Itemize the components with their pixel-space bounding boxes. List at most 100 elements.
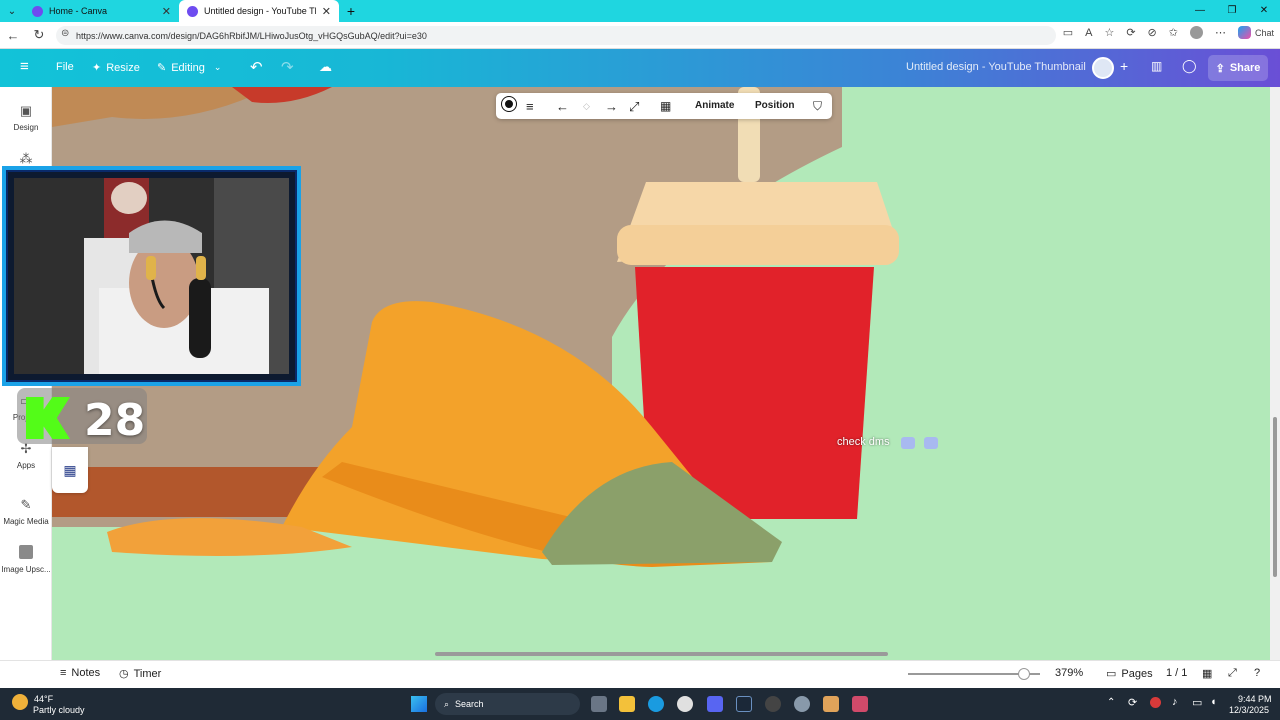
canva-bottom-bar: ≡ Notes ◷ Timer 379% ▭ Pages 1 / 1 ▦ ⤢ ?	[0, 660, 1280, 688]
volume-icon[interactable]: ◖	[1210, 696, 1217, 708]
browser-actions: ▭ A ☆ ⟳ ⊘ ✩ ⋯ Chat	[1063, 26, 1274, 39]
start-button-icon[interactable]	[411, 696, 427, 712]
refresh-icon[interactable]: ↻	[26, 27, 52, 43]
design-title[interactable]: Untitled design - YouTube Thumbnail	[906, 61, 1086, 73]
file-menu-button[interactable]: File	[56, 61, 74, 73]
sidebar-item-design[interactable]: ▣ Design	[0, 103, 52, 132]
clock-date[interactable]: 12/3/2025	[1229, 705, 1269, 715]
gift-emote-icon	[924, 437, 938, 449]
animate-button[interactable]: Animate	[695, 100, 734, 111]
tray-overflow-icon[interactable]: ⌃	[1107, 697, 1115, 708]
obs-icon[interactable]	[765, 696, 781, 712]
sidebar-item-magic-media[interactable]: ✎ Magic Media	[0, 497, 52, 526]
comments-icon[interactable]: ◯	[1182, 58, 1197, 74]
notes-button[interactable]: ≡ Notes	[60, 667, 100, 679]
arrow-left-icon[interactable]: ←	[556, 99, 569, 114]
weather-desc: Partly cloudy	[33, 705, 85, 715]
chrome-icon[interactable]	[677, 696, 693, 712]
more-icon[interactable]: ⋯	[1215, 26, 1226, 39]
line-type-icon[interactable]: ⤢	[629, 99, 639, 115]
sidebar-item-label: Image Upsc...	[1, 565, 51, 574]
minimize-icon[interactable]: —	[1184, 0, 1216, 22]
new-tab-icon[interactable]: +	[339, 3, 363, 19]
horizontal-scrollbar[interactable]	[435, 652, 888, 656]
insights-icon[interactable]: ▥	[1151, 59, 1162, 73]
tray-app-icon[interactable]	[1150, 697, 1161, 708]
close-window-icon[interactable]: ✕	[1248, 0, 1280, 22]
scrollbar-thumb[interactable]	[1273, 417, 1277, 577]
copy-style-icon[interactable]: ⛉	[813, 99, 822, 114]
notes-icon: ≡	[60, 667, 67, 679]
file-explorer-icon[interactable]	[619, 696, 635, 712]
arrow-right-icon[interactable]: →	[605, 99, 618, 114]
profile-avatar[interactable]	[1189, 26, 1203, 39]
editing-label: Editing	[171, 61, 205, 74]
tab-close-icon[interactable]: ✕	[162, 5, 171, 18]
extensions-icon[interactable]: ⟳	[1126, 26, 1135, 39]
share-button[interactable]: ⇪ Share	[1208, 55, 1268, 81]
tray-sync-icon[interactable]: ⟳	[1128, 696, 1137, 709]
timer-button[interactable]: ◷ Timer	[119, 667, 162, 681]
redo-icon[interactable]: ↷	[281, 58, 294, 76]
tab-title: Home - Canva	[49, 6, 108, 16]
vertical-scrollbar[interactable]	[1270, 87, 1280, 660]
menu-icon[interactable]: ≡	[20, 58, 29, 75]
sidebar-item-apps[interactable]: ✢ Apps	[0, 441, 52, 470]
url-text: https://www.canva.com/design/DAG6hRbifJM…	[76, 30, 427, 41]
shape-fill-icon[interactable]	[502, 97, 516, 111]
pages-button[interactable]: ▭ Pages	[1106, 667, 1153, 681]
share-label: Share	[1229, 62, 1261, 74]
tab-list-chevron-icon[interactable]: ⌄	[0, 6, 24, 17]
table-widget-icon[interactable]: ▦	[52, 447, 88, 493]
help-icon[interactable]: ?	[1254, 667, 1260, 679]
editing-mode-button[interactable]: ✎ Editing ⌄	[157, 61, 221, 75]
search-icon: ⌕	[444, 698, 450, 709]
canva-toolbar: ≡ File ✦ Resize ✎ Editing ⌄ ↶ ↷ ☁ Untitl…	[0, 49, 1280, 87]
fullscreen-icon[interactable]: ⤢	[1228, 667, 1237, 680]
undo-icon[interactable]: ↶	[250, 58, 263, 76]
restore-icon[interactable]: ❐	[1216, 0, 1248, 22]
task-view-icon[interactable]	[591, 696, 607, 712]
share-icon: ⇪	[1215, 62, 1225, 75]
webcam-overlay	[2, 166, 301, 386]
sidebar-item-image-upscaler[interactable]: Image Upsc...	[0, 545, 52, 574]
settings-icon[interactable]	[794, 696, 810, 712]
discord-icon[interactable]	[707, 696, 723, 712]
app-install-icon[interactable]: ▭	[1063, 26, 1073, 39]
zoom-level[interactable]: 379%	[1055, 667, 1083, 679]
zoom-slider[interactable]	[908, 668, 1040, 680]
snipping-tool-icon[interactable]	[852, 696, 868, 712]
favorite-icon[interactable]: ☆	[1104, 26, 1114, 39]
url-field[interactable]: ⊜ https://www.canva.com/design/DAG6hRbif…	[56, 26, 1056, 45]
tab-untitled-design[interactable]: Untitled design - YouTube Thumb ✕	[179, 0, 339, 22]
shiba-app-icon[interactable]	[823, 696, 839, 712]
position-button[interactable]: Position	[755, 100, 794, 111]
line-style-icon[interactable]: ≡	[526, 99, 534, 114]
timer-label: Timer	[133, 667, 162, 680]
transparency-icon[interactable]: ▦	[660, 99, 671, 113]
taskbar-search[interactable]: ⌕ Search	[435, 693, 580, 715]
edge-icon[interactable]	[648, 696, 664, 712]
back-icon[interactable]: ←	[0, 28, 26, 43]
zoom-slider-handle[interactable]	[1018, 668, 1030, 680]
cloud-saved-icon[interactable]: ☁	[319, 59, 332, 75]
tab-home-canva[interactable]: Home - Canva ✕	[24, 0, 179, 22]
weather-icon[interactable]	[12, 694, 28, 710]
arrow-disabled-icon[interactable]: ◇	[583, 101, 590, 112]
clock-time[interactable]: 9:44 PM	[1238, 694, 1272, 704]
resize-button[interactable]: ✦ Resize	[92, 61, 140, 75]
steam-icon[interactable]	[736, 696, 752, 712]
grid-view-icon[interactable]: ▦	[1202, 667, 1212, 680]
collaborator-avatar[interactable]	[1092, 57, 1114, 79]
copilot-chat-button[interactable]: Chat	[1237, 26, 1274, 39]
windows-taskbar: 44°F Partly cloudy ⌕ Search ⌃ ⟳ ♪ ▭ ◖ 9:…	[0, 688, 1280, 720]
split-screen-icon[interactable]: ⊘	[1148, 26, 1157, 39]
network-icon[interactable]: ▭	[1192, 696, 1202, 709]
tab-close-icon[interactable]: ✕	[322, 5, 331, 18]
read-aloud-icon[interactable]: A	[1085, 27, 1092, 39]
address-bar-row: ← ↻ ⊜ https://www.canva.com/design/DAG6h…	[0, 22, 1280, 49]
add-collaborator-icon[interactable]: +	[1120, 58, 1128, 74]
favorites-bar-icon[interactable]: ✩	[1169, 26, 1178, 39]
microphone-icon[interactable]: ♪	[1172, 696, 1178, 708]
site-info-icon[interactable]: ⊜	[61, 28, 69, 39]
